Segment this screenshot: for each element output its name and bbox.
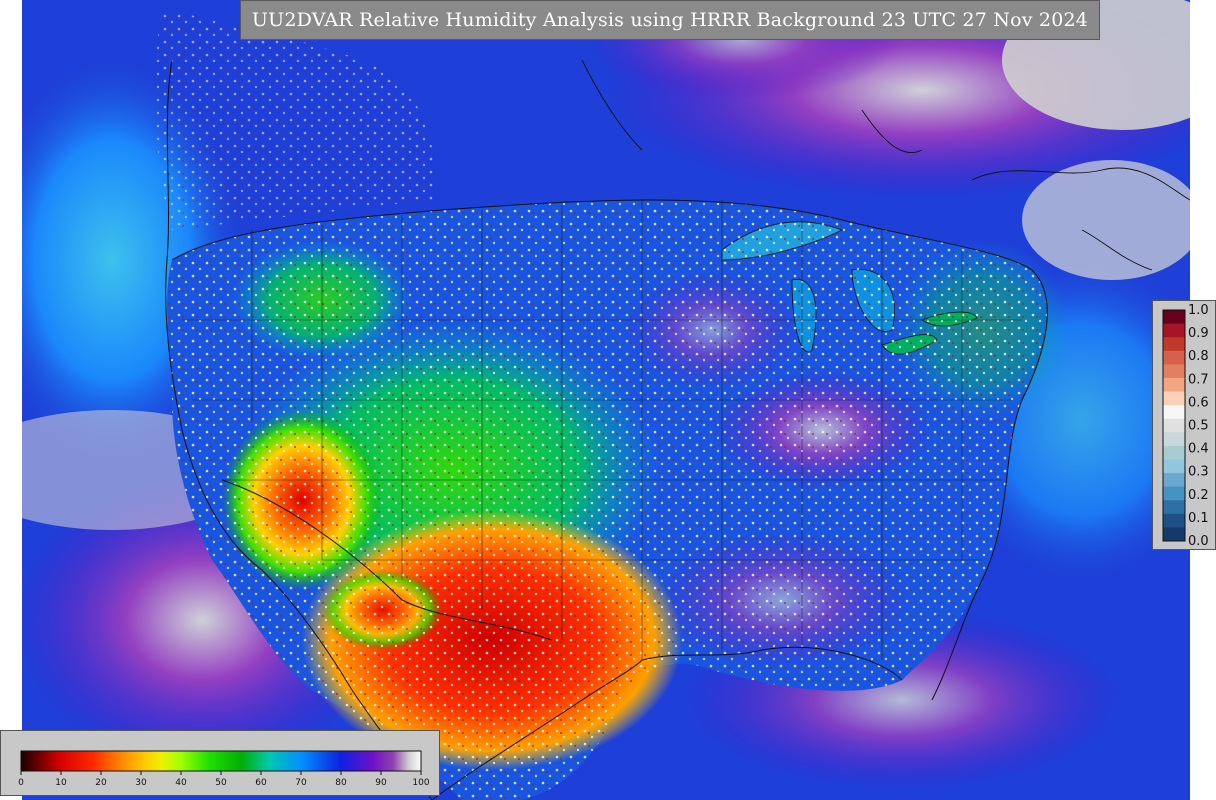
secondary-colorbar-segment — [1163, 486, 1185, 501]
secondary-colorbar-tick-label: 0.4 — [1188, 442, 1209, 457]
rh-analysis-map — [22, 0, 1190, 800]
rh-colorbar-tick-label: 40 — [175, 778, 187, 788]
rh-colorbar-tick-label: 10 — [55, 778, 67, 788]
secondary-colorbar: 1.0 0.9 0.8 0.7 0.6 0.5 0.4 0.3 0.2 0.1 0.0 — [1162, 303, 1209, 549]
secondary-colorbar-legend: 1.0 0.9 0.8 0.7 0.6 0.5 0.4 0.3 0.2 0.1 0.0 — [1152, 300, 1216, 550]
secondary-colorbar-segment — [1163, 391, 1185, 406]
secondary-colorbar-segment — [1163, 527, 1185, 542]
secondary-colorbar-segment — [1163, 459, 1185, 474]
rh-colorbar-tick-label: 50 — [215, 778, 227, 788]
secondary-colorbar-tick-label: 0.9 — [1188, 326, 1209, 341]
secondary-colorbar-segment — [1163, 377, 1185, 393]
rh-colorbar-legend: 0 10 20 30 40 50 60 70 80 90 100 — [0, 730, 440, 796]
rh-colorbar-tick-label: 80 — [335, 778, 347, 788]
rh-colorbar-tick-label: 0 — [18, 778, 24, 788]
secondary-colorbar-segment — [1163, 445, 1185, 460]
secondary-colorbar-segment — [1163, 364, 1185, 379]
secondary-colorbar-segment — [1163, 432, 1185, 447]
secondary-colorbar-segment — [1163, 473, 1185, 488]
rh-colorbar-tick-label: 90 — [375, 778, 387, 788]
secondary-colorbar-segment — [1163, 337, 1185, 352]
secondary-colorbar-segment — [1163, 323, 1185, 338]
rh-colorbar-tick-label: 100 — [412, 778, 429, 788]
secondary-colorbar-tick-label: 0.6 — [1188, 395, 1209, 410]
secondary-colorbar-tick-label: 1.0 — [1188, 303, 1209, 318]
secondary-colorbar-tick-label: 0.1 — [1188, 511, 1209, 526]
map-title: UU2DVAR Relative Humidity Analysis using… — [251, 9, 1089, 31]
secondary-colorbar-tick-label: 0.8 — [1188, 349, 1209, 364]
rh-colorbar-tick-label: 70 — [295, 778, 307, 788]
secondary-colorbar-tick-label: 0.3 — [1188, 465, 1209, 480]
secondary-colorbar-segment — [1163, 418, 1185, 433]
secondary-colorbar-segment — [1163, 405, 1185, 420]
map-title-bar: UU2DVAR Relative Humidity Analysis using… — [240, 0, 1100, 40]
secondary-colorbar-segment — [1163, 350, 1185, 365]
secondary-colorbar-tick-label: 0.5 — [1188, 419, 1209, 434]
rh-colorbar: 0 10 20 30 40 50 60 70 80 90 100 — [18, 750, 430, 788]
rh-colorbar-tick-label: 30 — [135, 778, 147, 788]
rh-colorbar-gradient — [20, 750, 422, 772]
map-canvas — [22, 0, 1190, 800]
secondary-colorbar-tick-label: 0.0 — [1188, 534, 1209, 549]
secondary-colorbar-tick-label: 0.7 — [1188, 372, 1209, 387]
secondary-colorbar-tick-label: 0.2 — [1188, 488, 1209, 503]
secondary-colorbar-segment — [1163, 513, 1185, 528]
secondary-colorbar-segment — [1163, 310, 1185, 325]
secondary-colorbar-segment — [1163, 500, 1185, 515]
rh-colorbar-tick-label: 60 — [255, 778, 267, 788]
rh-colorbar-tick-label: 20 — [95, 778, 107, 788]
